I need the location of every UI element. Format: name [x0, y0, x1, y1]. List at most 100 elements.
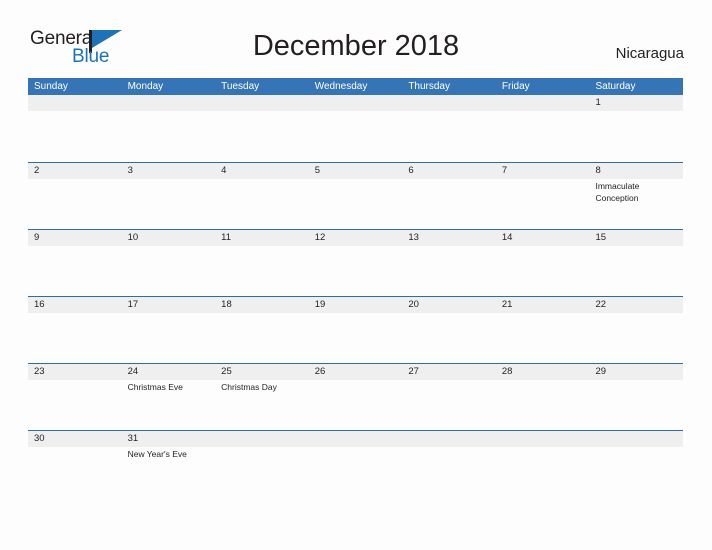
day-number: 31	[121, 431, 216, 447]
page-header: General Blue December 2018 Nicaragua	[0, 0, 712, 78]
day-number: 11	[215, 230, 309, 246]
day-event: Immaculate Conception	[595, 181, 640, 203]
calendar-day-cell[interactable]: 14	[495, 230, 590, 296]
weekday-friday: Friday	[501, 81, 530, 92]
calendar-day-cell-empty	[215, 431, 309, 497]
calendar-day-cell-empty	[402, 431, 496, 497]
day-number	[402, 95, 496, 111]
calendar-day-cell[interactable]: 25 Christmas Day	[215, 364, 309, 430]
calendar-day-cell[interactable]: 24 Christmas Eve	[121, 364, 216, 430]
day-number: 16	[28, 297, 122, 313]
calendar-day-cell[interactable]: 18	[215, 297, 309, 363]
country-label: Nicaragua	[615, 45, 684, 62]
day-events: Christmas Eve	[122, 380, 216, 394]
calendar-week-inner: 2 3 4 5 6 7 8 Immaculate Conception	[28, 163, 684, 229]
calendar-day-cell[interactable]: 1	[589, 95, 684, 161]
calendar-day-cell[interactable]: 30	[28, 431, 122, 497]
calendar-week-inner: 9 10 11 12 13 14 15	[28, 230, 684, 296]
calendar-day-cell[interactable]: 7	[495, 163, 590, 229]
calendar-day-cell[interactable]: 17	[121, 297, 216, 363]
calendar-day-cell[interactable]: 29	[589, 364, 684, 430]
weekday-sunday: Sunday	[34, 81, 68, 92]
weekday-header-row: Sunday Monday Tuesday Wednesday Thursday…	[28, 78, 683, 95]
day-events: New Year's Eve	[122, 447, 216, 461]
day-number: 3	[121, 163, 216, 179]
calendar-week-inner: 1	[28, 95, 684, 161]
calendar-day-cell[interactable]: 23	[28, 364, 122, 430]
day-number: 5	[308, 163, 403, 179]
day-number: 20	[402, 297, 496, 313]
calendar-day-cell[interactable]: 9	[28, 230, 122, 296]
calendar-day-cell[interactable]: 6	[402, 163, 496, 229]
day-events: Christmas Day	[215, 380, 309, 394]
day-number: 6	[402, 163, 496, 179]
weekday-monday: Monday	[127, 81, 164, 92]
day-number	[589, 431, 684, 447]
calendar-day-cell[interactable]: 19	[308, 297, 403, 363]
day-number: 9	[28, 230, 122, 246]
day-number	[402, 431, 496, 447]
calendar-weeks: 1 2 3 4 5 6 7 8 Immaculate Conception 9 10 11 12 13 14…	[28, 95, 684, 497]
calendar-day-cell[interactable]: 11	[215, 230, 309, 296]
day-event: Christmas Day	[221, 382, 277, 392]
day-number	[308, 95, 403, 111]
calendar-day-cell[interactable]: 3	[121, 163, 216, 229]
weekday-thursday: Thursday	[408, 81, 450, 92]
day-number: 13	[402, 230, 496, 246]
calendar-day-cell[interactable]: 15	[589, 230, 684, 296]
day-number: 15	[589, 230, 684, 246]
calendar-day-cell[interactable]: 28	[495, 364, 590, 430]
day-number: 19	[308, 297, 403, 313]
calendar-day-cell-empty	[495, 431, 590, 497]
calendar-day-cell[interactable]: 21	[495, 297, 590, 363]
calendar-week-row: 23 24 Christmas Eve 25 Christmas Day 26 27 28 29	[28, 363, 684, 430]
calendar-day-cell[interactable]: 10	[121, 230, 216, 296]
calendar-day-cell-empty	[589, 431, 684, 497]
day-event: Christmas Eve	[127, 382, 183, 392]
calendar-week-row: 1	[28, 95, 684, 162]
calendar-day-cell[interactable]: 31 New Year's Eve	[121, 431, 216, 497]
day-number: 27	[402, 364, 496, 380]
calendar-day-cell[interactable]: 12	[308, 230, 403, 296]
weekday-saturday: Saturday	[595, 81, 636, 92]
calendar-week-inner: 30 31 New Year's Eve	[28, 431, 684, 497]
day-number: 1	[589, 95, 684, 111]
day-number: 10	[121, 230, 216, 246]
calendar-week-inner: 23 24 Christmas Eve 25 Christmas Day 26 27 28 29	[28, 364, 684, 430]
calendar-day-cell[interactable]: 27	[402, 364, 496, 430]
calendar-day-cell[interactable]: 20	[402, 297, 496, 363]
day-number	[495, 95, 590, 111]
weekday-wednesday: Wednesday	[314, 81, 368, 92]
day-number	[495, 431, 590, 447]
calendar-day-cell-empty	[308, 431, 403, 497]
calendar-day-cell[interactable]: 13	[402, 230, 496, 296]
calendar-page: General Blue December 2018 Nicaragua Sun…	[0, 0, 712, 550]
calendar-day-cell-empty	[308, 95, 403, 161]
day-number: 18	[215, 297, 309, 313]
calendar-day-cell-empty	[121, 95, 216, 161]
calendar-day-cell[interactable]: 26	[308, 364, 403, 430]
day-number: 23	[28, 364, 122, 380]
calendar-day-cell[interactable]: 8 Immaculate Conception	[589, 163, 684, 229]
day-number	[28, 95, 122, 111]
day-events: Immaculate Conception	[589, 179, 683, 204]
day-event: New Year's Eve	[127, 449, 187, 459]
weekday-tuesday: Tuesday	[221, 81, 260, 92]
calendar-week-inner: 16 17 18 19 20 21 22	[28, 297, 684, 363]
day-number: 7	[495, 163, 590, 179]
day-number: 24	[121, 364, 216, 380]
day-number: 28	[495, 364, 590, 380]
calendar-week-row: 30 31 New Year's Eve	[28, 430, 684, 497]
calendar-week-row: 16 17 18 19 20 21 22	[28, 296, 684, 363]
day-number: 17	[121, 297, 216, 313]
day-number: 22	[589, 297, 684, 313]
day-number: 14	[495, 230, 590, 246]
calendar-day-cell[interactable]: 16	[28, 297, 122, 363]
calendar-day-cell[interactable]: 2	[28, 163, 122, 229]
calendar-day-cell[interactable]: 22	[589, 297, 684, 363]
calendar-day-cell-empty	[215, 95, 309, 161]
calendar-day-cell[interactable]: 5	[308, 163, 403, 229]
calendar-day-cell-empty	[495, 95, 590, 161]
day-number: 4	[215, 163, 309, 179]
calendar-day-cell[interactable]: 4	[215, 163, 309, 229]
